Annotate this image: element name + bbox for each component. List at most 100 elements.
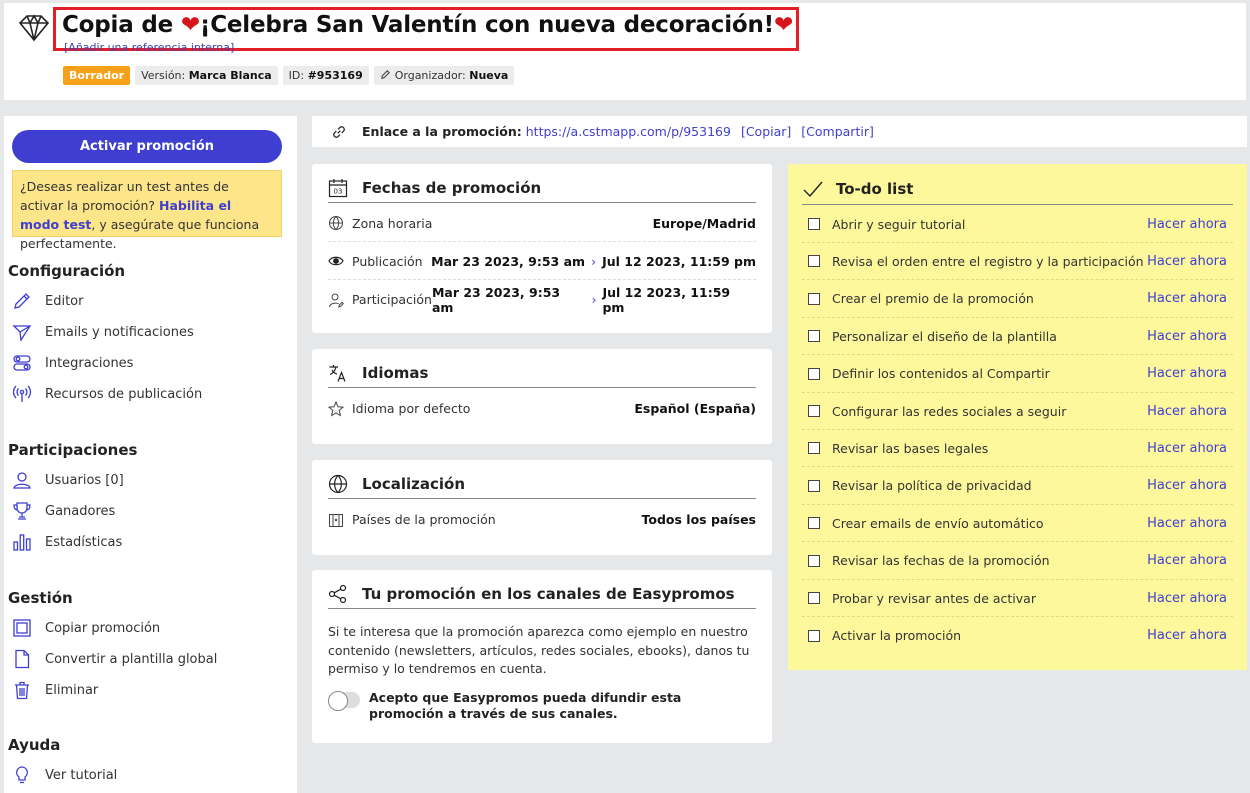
internal-reference-link[interactable]: [Añadir una referencia interna] [64, 43, 234, 57]
section-ayuda: Ayuda [8, 736, 61, 754]
do-now-link[interactable]: Hacer ahora [1147, 553, 1227, 568]
sidebar-item-usuarios[interactable]: Usuarios [0] [12, 468, 124, 492]
sidebar-item-emails[interactable]: Emails y notificaciones [12, 320, 194, 344]
sidebar-item-integraciones[interactable]: Integraciones [12, 351, 133, 375]
card-header: Localización [328, 469, 756, 499]
participation-row[interactable]: Participación Mar 23 2023, 9:53 am › Jul… [328, 281, 756, 318]
sidebar-item-label: Emails y notificaciones [45, 324, 194, 340]
globe-icon [329, 216, 343, 230]
share-link-button[interactable]: [Compartir] [801, 124, 874, 139]
sidebar-item-editor[interactable]: Editor [12, 289, 83, 313]
organizer-badge[interactable]: Organizador: Nueva [373, 66, 515, 85]
do-now-link[interactable]: Hacer ahora [1147, 366, 1227, 381]
sidebar-item-estadisticas[interactable]: Estadísticas [12, 530, 122, 554]
activate-promotion-button[interactable]: Activar promoción [12, 130, 282, 163]
copy-link-button[interactable]: [Copiar] [741, 124, 791, 139]
calendar-number: 03 [334, 187, 343, 195]
sidebar-item-tutorial[interactable]: Ver tutorial [12, 763, 117, 787]
do-now-link[interactable]: Hacer ahora [1147, 628, 1227, 643]
section-gestion: Gestión [8, 589, 73, 607]
sidebar-item-plantilla[interactable]: Convertir a plantilla global [12, 647, 217, 671]
diamond-icon [18, 14, 50, 42]
promotion-url-link[interactable]: https://a.cstmapp.com/p/953169 [526, 124, 731, 139]
do-now-link[interactable]: Hacer ahora [1147, 478, 1227, 493]
todo-item-label: Abrir y seguir tutorial [832, 216, 966, 232]
share-consent-toggle[interactable] [328, 691, 360, 711]
do-now-link[interactable]: Hacer ahora [1147, 254, 1227, 269]
user-edit-icon [329, 293, 344, 308]
todo-item-label: Configurar las redes sociales a seguir [832, 403, 1067, 419]
todo-checkbox[interactable] [808, 292, 820, 305]
broadcast-icon [12, 385, 32, 402]
todo-item-label: Activar la promoción [832, 628, 962, 644]
do-now-link[interactable]: Hacer ahora [1147, 291, 1227, 306]
chevron-right-icon: › [591, 292, 597, 307]
publication-end: Jul 12 2023, 11:59 pm [602, 253, 756, 269]
todo-item-label: Crear el premio de la promoción [832, 291, 1034, 307]
participation-end: Jul 12 2023, 11:59 pm [602, 284, 731, 315]
card-header: Idiomas [328, 358, 756, 388]
toggles-icon [13, 355, 31, 371]
todo-list: To-do list Abrir y seguir tutorial Hacer … [788, 164, 1247, 670]
todo-header: To-do list [802, 173, 1233, 205]
file-icon [15, 649, 30, 669]
do-now-link[interactable]: Hacer ahora [1147, 329, 1227, 344]
todo-item-label: Revisa el orden entre el registro y la p… [832, 253, 1144, 269]
timezone-label: Zona horaria [352, 215, 433, 231]
publication-row[interactable]: Publicación Mar 23 2023, 9:53 am › Jul 1… [328, 243, 756, 280]
todo-checkbox[interactable] [808, 367, 820, 380]
todo-checkbox[interactable] [808, 592, 820, 604]
do-now-link[interactable]: Hacer ahora [1147, 404, 1227, 419]
localization-card: Localización Países de la promoción Todo… [312, 460, 772, 555]
timezone-row[interactable]: Zona horaria Europe/Madrid [328, 205, 756, 242]
sidebar-item-eliminar[interactable]: Eliminar [12, 678, 98, 702]
todo-title: To-do list [836, 179, 914, 198]
todo-item: Revisar las fechas de la promoción Hacer … [802, 543, 1233, 580]
default-language-row[interactable]: Idioma por defecto Español (España) [328, 390, 756, 427]
copy-icon [13, 619, 31, 637]
title-main: ¡Celebra San Valentín con nueva decoraci… [199, 12, 774, 38]
todo-checkbox[interactable] [808, 517, 820, 530]
channels-description: Si te interesa que la promoción aparezca… [328, 624, 750, 676]
id-value: #953169 [307, 69, 363, 82]
todo-item: Personalizar el diseño de la plantilla Ha… [802, 318, 1233, 356]
todo-item-label: Personalizar el diseño de la plantilla [832, 328, 1057, 344]
do-now-link[interactable]: Hacer ahora [1147, 591, 1227, 606]
todo-item-label: Revisar las fechas de la promoción [832, 553, 1050, 569]
todo-checkbox[interactable] [808, 255, 820, 268]
todo-checkbox[interactable] [808, 218, 820, 230]
section-configuracion: Configuración [8, 262, 126, 280]
share-consent-label: Acepto que Easypromos pueda difundir est… [369, 690, 682, 721]
section-participaciones: Participaciones [8, 441, 138, 459]
todo-item-label: Revisar la política de privacidad [832, 478, 1032, 494]
heart-icon: ❤ [773, 12, 794, 38]
promotion-header: Copia de ❤¡Celebra San Valentín con nuev… [4, 3, 1246, 100]
link-label: Enlace a la promoción: [362, 124, 522, 139]
countries-row[interactable]: Países de la promoción Todos los países [328, 501, 756, 538]
pencil-icon [14, 293, 30, 309]
sidebar-item-copiar[interactable]: Copiar promoción [12, 616, 160, 640]
countries-value: Todos los países [641, 512, 756, 527]
todo-item-label: Crear emails de envío automático [832, 515, 1044, 531]
star-icon [328, 400, 344, 417]
page-title[interactable]: Copia de ❤¡Celebra San Valentín con nuev… [62, 12, 793, 38]
do-now-link[interactable]: Hacer ahora [1147, 441, 1227, 456]
todo-checkbox[interactable] [808, 629, 820, 642]
todo-item-label: Probar y revisar antes de activar [832, 590, 1036, 606]
sidebar-item-recursos[interactable]: Recursos de publicación [12, 382, 202, 406]
do-now-link[interactable]: Hacer ahora [1147, 217, 1227, 232]
dates-card: 03 Fechas de promoción Zona horaria Euro… [312, 164, 772, 333]
heart-icon: ❤ [180, 12, 200, 38]
sidebar-item-label: Usuarios [0] [45, 472, 124, 488]
sidebar-item-label: Ganadores [45, 503, 116, 519]
todo-item: Activar la promoción Hacer ahora [802, 617, 1233, 654]
sidebar-item-ganadores[interactable]: Ganadores [12, 499, 115, 523]
sidebar-item-label: Ver tutorial [45, 767, 118, 783]
do-now-link[interactable]: Hacer ahora [1147, 516, 1227, 531]
todo-checkbox[interactable] [808, 330, 820, 343]
todo-checkbox[interactable] [808, 554, 820, 567]
badge-row: Borrador Versión: Marca Blanca ID: #9531… [63, 66, 515, 85]
todo-checkbox[interactable] [808, 405, 820, 417]
todo-checkbox[interactable] [808, 442, 820, 455]
todo-checkbox[interactable] [808, 479, 820, 492]
